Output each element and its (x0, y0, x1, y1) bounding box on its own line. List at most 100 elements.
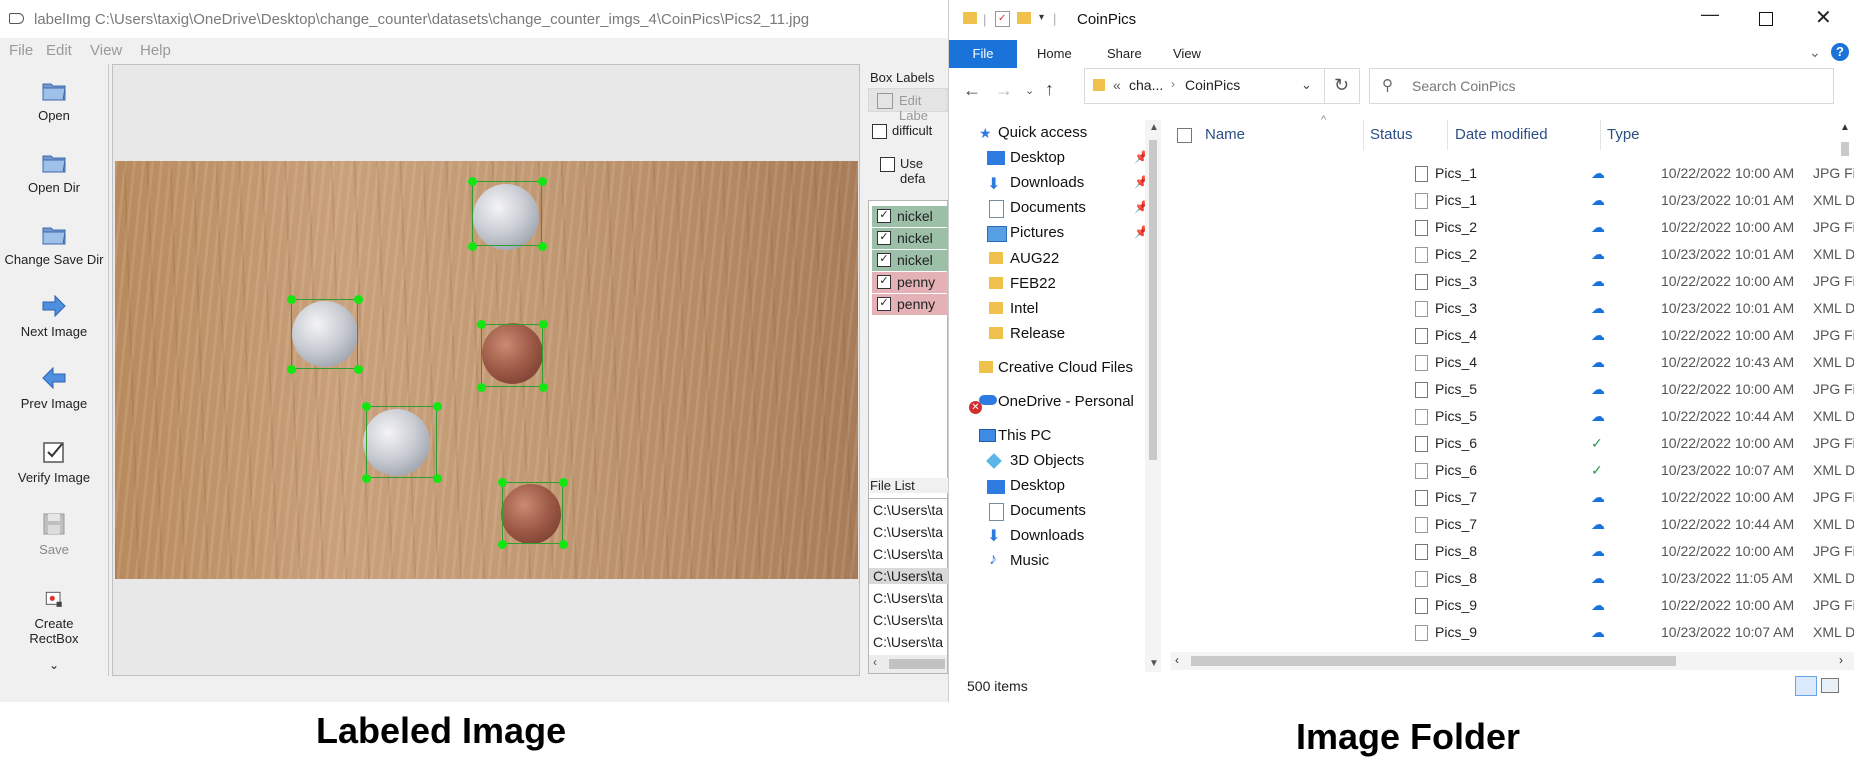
tab-file[interactable]: File (949, 40, 1017, 68)
labeled-photo[interactable] (115, 161, 858, 579)
box-handle[interactable] (539, 320, 548, 329)
box-handle[interactable] (477, 320, 486, 329)
table-row[interactable]: Pics_2☁10/23/2022 10:01 AMXML Document (1165, 241, 1854, 268)
help-icon[interactable]: ? (1831, 43, 1849, 61)
tab-share[interactable]: Share (1107, 46, 1142, 61)
table-row[interactable]: Pics_9☁10/22/2022 10:00 AMJPG File (1165, 592, 1854, 619)
scroll-thumb[interactable] (1841, 142, 1849, 156)
box-handle[interactable] (354, 365, 363, 374)
edit-label-button[interactable]: Edit Labe (868, 88, 948, 123)
tab-home[interactable]: Home (1037, 46, 1072, 61)
nav-this-pc[interactable]: This PC (998, 427, 1051, 444)
scroll-up-icon[interactable]: ▲ (1149, 122, 1159, 133)
box-handle[interactable] (538, 177, 547, 186)
up-arrow-icon[interactable]: ↑ (1045, 79, 1054, 100)
minimize-icon[interactable]: — (1701, 4, 1719, 25)
refresh-button[interactable]: ↻ (1324, 68, 1360, 104)
bounding-box-nickel[interactable] (472, 181, 542, 246)
nav-pc-desktop[interactable]: Desktop (1010, 477, 1065, 494)
navigation-scrollbar[interactable]: ▲ ▼ (1145, 120, 1161, 672)
new-folder-icon[interactable] (1017, 12, 1031, 24)
column-divider[interactable] (1447, 120, 1448, 150)
box-handle[interactable] (433, 402, 442, 411)
scroll-right-icon[interactable]: › (1839, 653, 1843, 667)
label-item-penny[interactable]: ✓ penny (872, 294, 951, 315)
menu-file[interactable]: File (9, 42, 33, 59)
table-row[interactable]: Pics_1☁10/23/2022 10:01 AMXML Document (1165, 187, 1854, 214)
table-row[interactable]: Pics_7☁10/22/2022 10:00 AMJPG File (1165, 484, 1854, 511)
file-list-scrollbar[interactable]: ‹ (869, 655, 947, 673)
file-list-item[interactable]: C:\Users\ta (873, 590, 943, 606)
change-save-dir-button[interactable]: Change Save Dir (0, 220, 108, 267)
use-default-label-checkbox[interactable]: Use defa (876, 156, 948, 186)
prev-image-button[interactable]: Prev Image (0, 364, 108, 411)
bounding-box-nickel[interactable] (366, 406, 437, 478)
scroll-thumb[interactable] (1149, 140, 1157, 460)
create-rectbox-button[interactable]: Create RectBox (0, 588, 108, 646)
label-item-nickel[interactable]: ✓ nickel (872, 206, 951, 227)
file-list-item[interactable]: C:\Users\ta (873, 546, 943, 562)
menu-help[interactable]: Help (140, 42, 171, 59)
file-list-item[interactable]: C:\Users\ta (873, 524, 943, 540)
scroll-thumb[interactable] (889, 659, 945, 669)
nav-downloads[interactable]: Downloads (1010, 174, 1084, 191)
box-handle[interactable] (498, 540, 507, 549)
overflow-indicator[interactable]: « (1113, 77, 1121, 93)
column-divider[interactable] (1363, 120, 1364, 150)
box-handle[interactable] (362, 474, 371, 483)
table-row[interactable]: Pics_5☁10/22/2022 10:44 AMXML Document (1165, 403, 1854, 430)
bounding-box-penny[interactable] (502, 482, 563, 544)
open-button[interactable]: Open (0, 76, 108, 123)
nav-3d-objects[interactable]: 3D Objects (1010, 452, 1084, 469)
box-handle[interactable] (559, 478, 568, 487)
column-divider[interactable] (1600, 120, 1601, 150)
more-tools-chevron-icon[interactable]: ⌄ (0, 658, 108, 672)
nav-folder-intel[interactable]: Intel (1010, 300, 1038, 317)
box-handle[interactable] (362, 402, 371, 411)
menu-edit[interactable]: Edit (46, 42, 72, 59)
next-image-button[interactable]: Next Image (0, 292, 108, 339)
select-all-checkbox[interactable] (1177, 128, 1192, 143)
checkbox-icon[interactable]: ✓ (877, 253, 891, 267)
nav-folder-aug22[interactable]: AUG22 (1010, 250, 1059, 267)
label-item-nickel[interactable]: ✓ nickel (872, 250, 951, 271)
box-handle[interactable] (433, 474, 442, 483)
large-icons-view-icon[interactable] (1821, 678, 1839, 693)
file-list-item[interactable]: C:\Users\ta (873, 612, 943, 628)
close-icon[interactable]: ✕ (1815, 5, 1832, 30)
box-handle[interactable] (287, 365, 296, 374)
nav-onedrive-personal[interactable]: OneDrive - Personal (998, 393, 1134, 410)
expand-ribbon-chevron-icon[interactable]: ⌄ (1809, 44, 1821, 61)
box-handle[interactable] (498, 478, 507, 487)
column-header-date-modified[interactable]: Date modified (1455, 126, 1548, 143)
recent-locations-chevron-icon[interactable]: ⌄ (1025, 84, 1034, 97)
nav-folder-release[interactable]: Release (1010, 325, 1065, 342)
nav-pc-downloads[interactable]: Downloads (1010, 527, 1084, 544)
scroll-left-icon[interactable]: ‹ (873, 655, 877, 669)
file-list-horizontal-scrollbar[interactable]: ‹ › (1171, 652, 1854, 670)
column-header-type[interactable]: Type (1607, 126, 1640, 143)
file-list-item-selected[interactable]: C:\Users\ta (869, 568, 949, 584)
address-bar[interactable]: « cha... › CoinPics ⌄ (1084, 68, 1327, 104)
box-handle[interactable] (354, 295, 363, 304)
table-row[interactable]: Pics_2☁10/22/2022 10:00 AMJPG File (1165, 214, 1854, 241)
box-handle[interactable] (468, 177, 477, 186)
box-handle[interactable] (538, 242, 547, 251)
table-row[interactable]: Pics_1☁10/22/2022 10:00 AMJPG File (1165, 160, 1854, 187)
bounding-box-nickel[interactable] (291, 299, 358, 369)
column-header-name[interactable]: Name (1205, 126, 1245, 143)
table-row[interactable]: Pics_8☁10/22/2022 10:00 AMJPG File (1165, 538, 1854, 565)
column-header-status[interactable]: Status (1370, 126, 1413, 143)
label-item-nickel[interactable]: ✓ nickel (872, 228, 951, 249)
scroll-down-icon[interactable]: ▼ (1149, 658, 1159, 669)
open-dir-button[interactable]: Open Dir (0, 148, 108, 195)
table-row[interactable]: Pics_9☁10/23/2022 10:07 AMXML Document (1165, 619, 1854, 646)
nav-quick-access[interactable]: Quick access (998, 124, 1087, 141)
box-handle[interactable] (287, 295, 296, 304)
back-arrow-icon[interactable]: ← (963, 80, 981, 101)
customize-qat-icon[interactable]: ▾ (1039, 12, 1044, 23)
save-button[interactable]: Save (0, 510, 108, 557)
scroll-up-icon[interactable]: ▲ (1840, 122, 1850, 133)
table-row[interactable]: Pics_8☁10/23/2022 11:05 AMXML Document (1165, 565, 1854, 592)
breadcrumb-parent[interactable]: cha... (1129, 77, 1163, 93)
